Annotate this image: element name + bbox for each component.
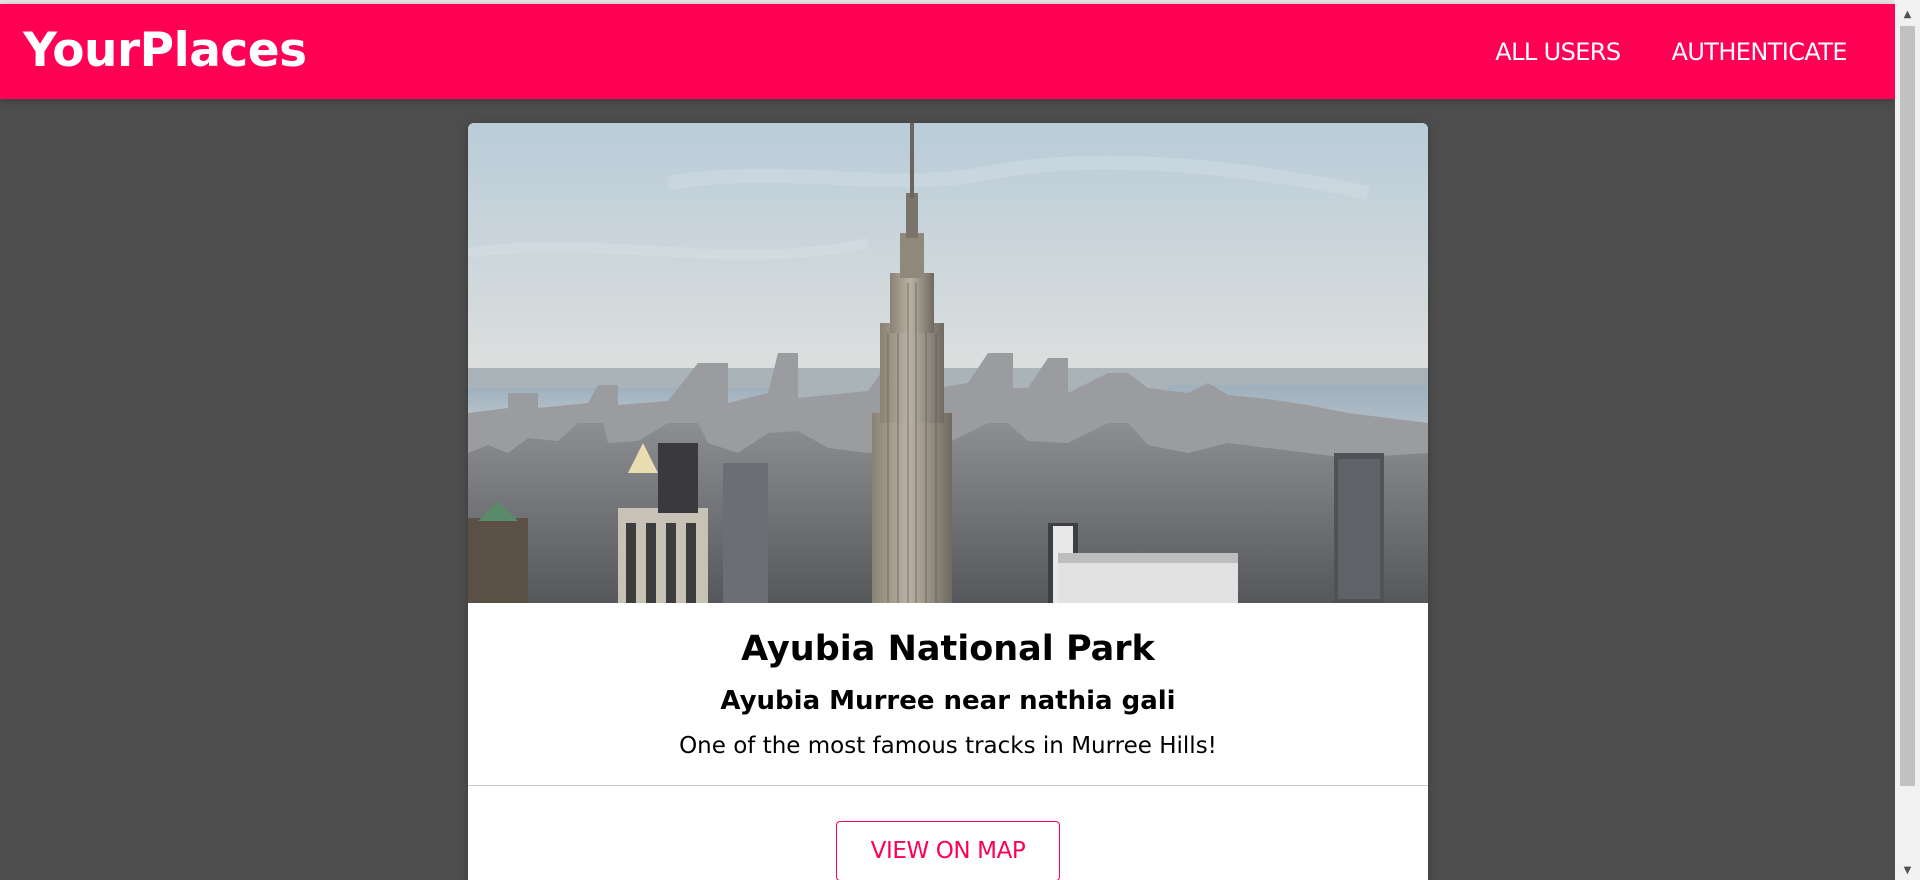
view-on-map-button[interactable]: VIEW ON MAP [835,821,1061,880]
nav-all-users[interactable]: ALL USERS [1495,38,1621,66]
main-header: YourPlaces ALL USERS AUTHENTICATE [0,4,1895,99]
place-image [468,123,1428,603]
scroll-thumb[interactable] [1900,26,1915,786]
scroll-down-arrow-icon[interactable]: ▼ [1895,860,1920,880]
place-card: Ayubia National Park Ayubia Murree near … [468,123,1428,880]
place-description: One of the most famous tracks in Murree … [679,733,1217,760]
main-nav: ALL USERS AUTHENTICATE [1495,4,1847,99]
app-viewport: YourPlaces ALL USERS AUTHENTICATE Ayubia… [0,0,1895,880]
app-logo[interactable]: YourPlaces [23,22,307,81]
nav-authenticate[interactable]: AUTHENTICATE [1672,38,1848,66]
place-address: Ayubia Murree near nathia gali [720,686,1176,716]
scroll-up-arrow-icon[interactable]: ▲ [1895,4,1920,24]
place-info: Ayubia National Park Ayubia Murree near … [468,603,1428,786]
place-title: Ayubia National Park [741,629,1155,669]
place-actions: VIEW ON MAP [468,786,1428,880]
vertical-scrollbar[interactable]: ▲ ▼ [1895,0,1920,880]
